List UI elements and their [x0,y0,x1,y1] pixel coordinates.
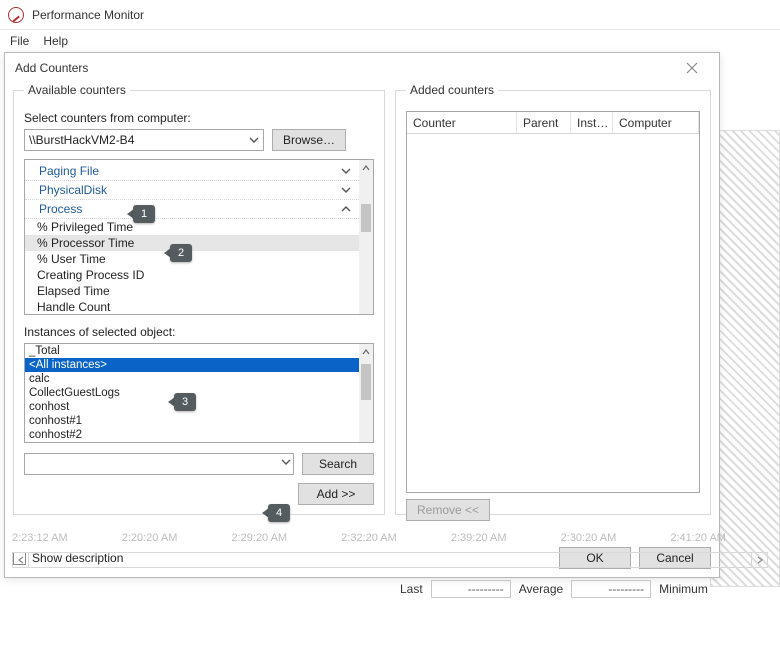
scrollbar[interactable] [359,344,373,442]
instances-list[interactable]: _Total <All instances> calc CollectGuest… [24,343,374,443]
search-button[interactable]: Search [302,453,374,475]
added-counters-legend: Added counters [406,83,498,97]
bg-stats-row: Last --------- Average --------- Minimum [400,580,780,598]
annotation-step-4: 4 [268,504,290,522]
computer-combo[interactable]: \\BurstHackVM2-B4 [24,129,264,151]
select-computer-label: Select counters from computer: [24,111,374,125]
scrollbar[interactable] [359,160,373,314]
annotation-step-3: 3 [174,393,196,411]
main-background: Add Counters Available counters Select c… [0,52,780,652]
chevron-down-icon [341,185,351,195]
menu-file[interactable]: File [10,34,29,48]
chart-area-fragment [710,130,780,587]
bg-time: 2:39:20 AM [451,532,561,544]
close-icon [686,62,698,74]
grid-header-counter[interactable]: Counter [407,112,517,133]
scroll-up-icon[interactable] [359,344,373,360]
counter-item[interactable]: Handle Count [25,299,359,314]
instance-item[interactable]: calc [25,372,359,386]
instance-item[interactable]: _Total [25,344,359,358]
grid-header: Counter Parent Inst… Computer [407,112,699,134]
instance-item-all[interactable]: <All instances> [25,358,359,372]
category-label: Paging File [39,164,99,178]
counter-item[interactable]: % Processor Time [25,235,359,251]
close-button[interactable] [675,56,709,80]
added-counters-panel: Added counters Counter Parent Inst… Comp… [395,83,711,569]
stat-minimum-label: Minimum [659,582,708,596]
instances-label: Instances of selected object: [24,325,374,339]
dialog-title: Add Counters [15,61,88,75]
add-counters-dialog: Add Counters Available counters Select c… [4,52,720,578]
scroll-up-icon[interactable] [359,160,373,176]
bg-time: 2:23:12 AM [12,532,122,544]
category-label: Process [39,202,82,216]
computer-combo-value: \\BurstHackVM2-B4 [29,133,134,147]
added-counters-grid: Counter Parent Inst… Computer [406,111,700,493]
title-bar: Performance Monitor [0,0,780,30]
chevron-up-icon [341,204,351,214]
counter-categories-list[interactable]: Paging File PhysicalDisk Process [24,159,374,315]
app-icon [8,7,24,23]
instance-search-combo[interactable] [24,453,294,475]
stat-last-value: --------- [431,580,511,598]
counter-item[interactable]: % Privileged Time [25,219,359,235]
remove-button[interactable]: Remove << [406,499,490,521]
menu-bar: File Help [0,30,780,52]
scroll-thumb[interactable] [361,364,371,400]
bg-horizontal-scrollbar[interactable] [12,552,768,568]
bg-time: 2:29:20 AM [231,532,341,544]
bg-time: 2:41:20 AM [670,532,780,544]
category-process[interactable]: Process [25,200,359,219]
stat-average-value: --------- [571,580,651,598]
app-title: Performance Monitor [32,8,144,22]
chevron-down-icon [249,135,259,145]
counter-item[interactable]: % User Time [25,251,359,267]
scroll-left-icon[interactable] [13,553,29,567]
available-counters-panel: Available counters Select counters from … [13,83,385,569]
grid-header-instance[interactable]: Inst… [571,112,613,133]
dialog-title-bar: Add Counters [5,53,719,83]
annotation-step-1: 1 [133,205,155,223]
bg-time: 2:32:20 AM [341,532,451,544]
grid-header-parent[interactable]: Parent [517,112,571,133]
counter-item[interactable]: Creating Process ID [25,267,359,283]
stat-last-label: Last [400,582,423,596]
scroll-right-icon[interactable] [751,553,767,567]
category-pagingfile[interactable]: Paging File [25,162,359,181]
stat-average-label: Average [519,582,563,596]
menu-help[interactable]: Help [43,34,68,48]
bg-chart-times: 2:23:12 AM 2:20:20 AM 2:29:20 AM 2:32:20… [12,532,780,544]
category-physicaldisk[interactable]: PhysicalDisk [25,181,359,200]
counter-item[interactable]: Elapsed Time [25,283,359,299]
annotation-step-2: 2 [170,244,192,262]
instance-item[interactable]: conhost#2 [25,428,359,442]
chevron-down-icon [281,457,291,467]
grid-body-empty [407,134,699,492]
available-counters-legend: Available counters [24,83,130,97]
grid-header-computer[interactable]: Computer [613,112,699,133]
add-button[interactable]: Add >> [298,483,374,505]
bg-time: 2:20:20 AM [122,532,232,544]
browse-button[interactable]: Browse… [272,129,346,151]
category-label: PhysicalDisk [39,183,107,197]
instance-item[interactable]: conhost#1 [25,414,359,428]
chevron-down-icon [341,166,351,176]
bg-time: 2:30:20 AM [561,532,671,544]
scroll-thumb[interactable] [361,204,371,232]
